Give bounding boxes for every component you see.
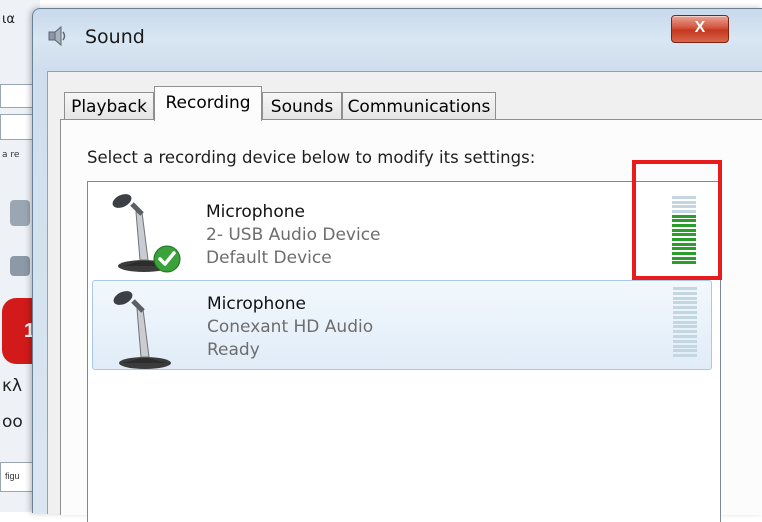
level-meter-segment xyxy=(673,344,697,348)
level-meter-segment xyxy=(673,301,697,305)
device-status: Ready xyxy=(207,340,260,360)
annotation-highlight-box xyxy=(632,160,722,280)
device-item-conexant-microphone[interactable]: Microphone Conexant HD Audio Ready xyxy=(92,280,712,370)
dialog-title: Sound xyxy=(85,26,145,48)
recording-device-list[interactable]: Microphone 2- USB Audio Device Default D… xyxy=(87,181,721,522)
device-description: Conexant HD Audio xyxy=(207,317,374,337)
default-device-check-icon xyxy=(153,245,181,273)
level-meter-segment xyxy=(673,349,697,353)
level-meter-segment xyxy=(673,311,697,314)
dialog-client-area: Playback Recording Sounds Communications… xyxy=(47,71,762,522)
tab-recording[interactable]: Recording xyxy=(154,86,262,121)
tab-communications[interactable]: Communications xyxy=(342,92,496,120)
level-meter-segment xyxy=(673,320,697,324)
level-meter-segment xyxy=(673,296,697,300)
level-meter xyxy=(673,287,697,359)
level-meter-segment xyxy=(673,291,697,295)
bg-mic-icon xyxy=(10,256,30,276)
level-meter-segment xyxy=(673,315,697,319)
device-status: Default Device xyxy=(206,248,332,268)
speaker-icon xyxy=(48,25,66,47)
tab-sounds[interactable]: Sounds xyxy=(262,92,342,120)
microphone-icon xyxy=(113,291,171,369)
level-meter-segment xyxy=(673,339,697,343)
bg-mic-icon xyxy=(10,200,30,226)
level-meter-segment xyxy=(673,354,697,358)
tab-playback[interactable]: Playback xyxy=(64,92,154,120)
level-meter-segment xyxy=(673,330,697,334)
device-description: 2- USB Audio Device xyxy=(206,225,381,245)
close-button[interactable]: X xyxy=(671,15,729,43)
title-bar[interactable]: Sound X xyxy=(33,9,762,61)
level-meter-segment xyxy=(673,287,697,290)
level-meter-segment xyxy=(673,335,697,338)
device-item-usb-microphone[interactable]: Microphone 2- USB Audio Device Default D… xyxy=(92,184,712,274)
device-name: Microphone xyxy=(207,294,306,314)
bg-text-fragment: κλ xyxy=(2,376,23,396)
device-name: Microphone xyxy=(206,202,305,222)
bg-text-fragment: οο xyxy=(2,412,23,432)
bg-text-fragment: ια xyxy=(2,12,15,27)
level-meter-segment xyxy=(673,325,697,329)
instruction-text: Select a recording device below to modif… xyxy=(87,148,536,167)
level-meter-segment xyxy=(673,306,697,310)
bg-text-fragment: a re xyxy=(2,150,20,160)
